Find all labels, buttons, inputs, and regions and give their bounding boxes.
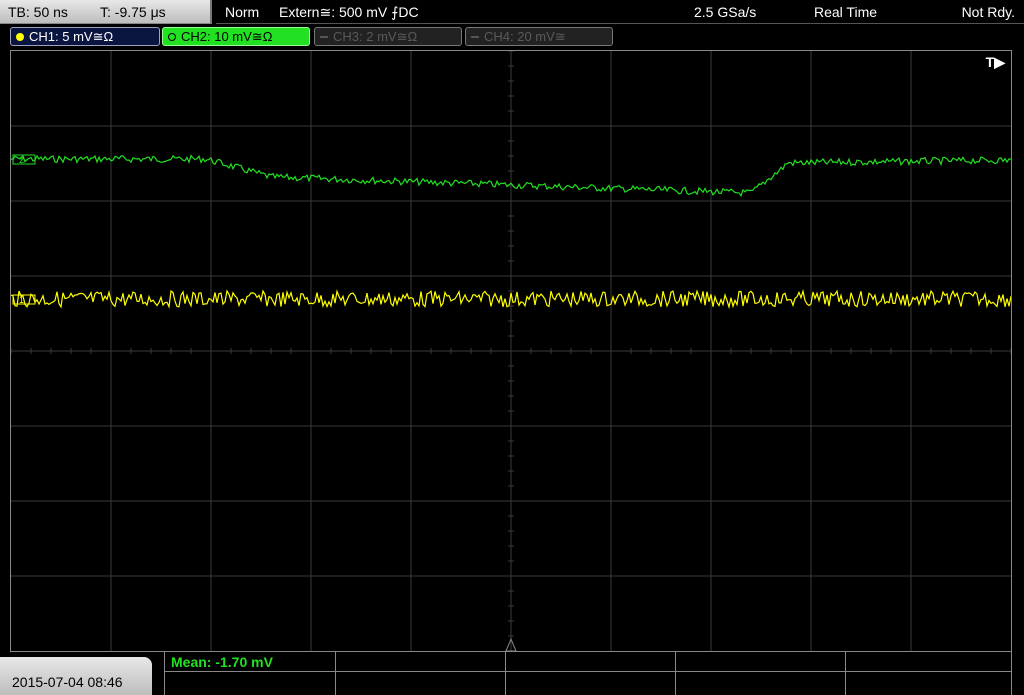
measurement-divider — [845, 652, 846, 695]
scope-screen[interactable]: 21 T▶ — [10, 50, 1012, 652]
waveform-display: 21 — [11, 51, 1011, 651]
channel-2-marker-label: 2 — [19, 155, 24, 165]
channel-bar: CH1: 5 mV≅Ω CH2: 10 mV≅Ω CH3: 2 mV≅Ω CH4… — [0, 26, 1024, 48]
channel-3-label: CH3: 2 mV≅Ω — [333, 29, 418, 44]
top-status-bar: TB: 50 ns T: -9.75 μs Norm Extern≅: 500 … — [0, 0, 1024, 24]
channel-4-label: CH4: 20 mV≅ — [484, 29, 566, 44]
acquisition-mode-label: Real Time — [814, 4, 878, 20]
channel-3-indicator-icon — [320, 36, 328, 38]
trigger-position-icon[interactable]: T▶ — [986, 54, 1005, 71]
timebase-label: TB: 50 ns — [8, 4, 68, 20]
channel-4-indicator-icon — [471, 36, 479, 38]
channel-1-label: CH1: 5 mV≅Ω — [29, 29, 114, 44]
channel-2-label: CH2: 10 mV≅Ω — [181, 29, 273, 44]
datetime-box: 2015-07-04 08:46 — [0, 657, 152, 695]
measurement-divider — [505, 652, 506, 695]
channel-2-indicator-icon — [168, 33, 176, 41]
mean-measurement: Mean: -1.70 mV — [171, 654, 273, 670]
datetime-label: 2015-07-04 08:46 — [12, 674, 123, 690]
channel-1-marker-label: 1 — [19, 295, 24, 305]
channel-4-button[interactable]: CH4: 20 mV≅ — [465, 27, 613, 46]
run-status-label: Not Rdy. — [961, 4, 1015, 20]
channel-1-indicator-icon — [16, 33, 24, 41]
trigger-mode-label[interactable]: Norm — [225, 4, 259, 20]
measurement-divider — [165, 671, 1011, 672]
trigger-time-label: T: -9.75 μs — [100, 4, 166, 20]
measurement-divider — [335, 652, 336, 695]
channel-2-button[interactable]: CH2: 10 mV≅Ω — [162, 27, 310, 46]
measurement-divider — [675, 652, 676, 695]
acquisition-status: Norm Extern≅: 500 mV ⨍DC 2.5 GSa/s Real … — [216, 0, 1024, 24]
trigger-source-label[interactable]: Extern≅: 500 mV ⨍DC — [279, 4, 419, 21]
timebase-box[interactable]: TB: 50 ns T: -9.75 μs — [0, 0, 212, 24]
sample-rate-label: 2.5 GSa/s — [694, 4, 757, 20]
channel-3-button[interactable]: CH3: 2 mV≅Ω — [314, 27, 462, 46]
channel-1-button[interactable]: CH1: 5 mV≅Ω — [10, 27, 160, 46]
measurement-panel[interactable]: Mean: -1.70 mV — [164, 652, 1012, 695]
